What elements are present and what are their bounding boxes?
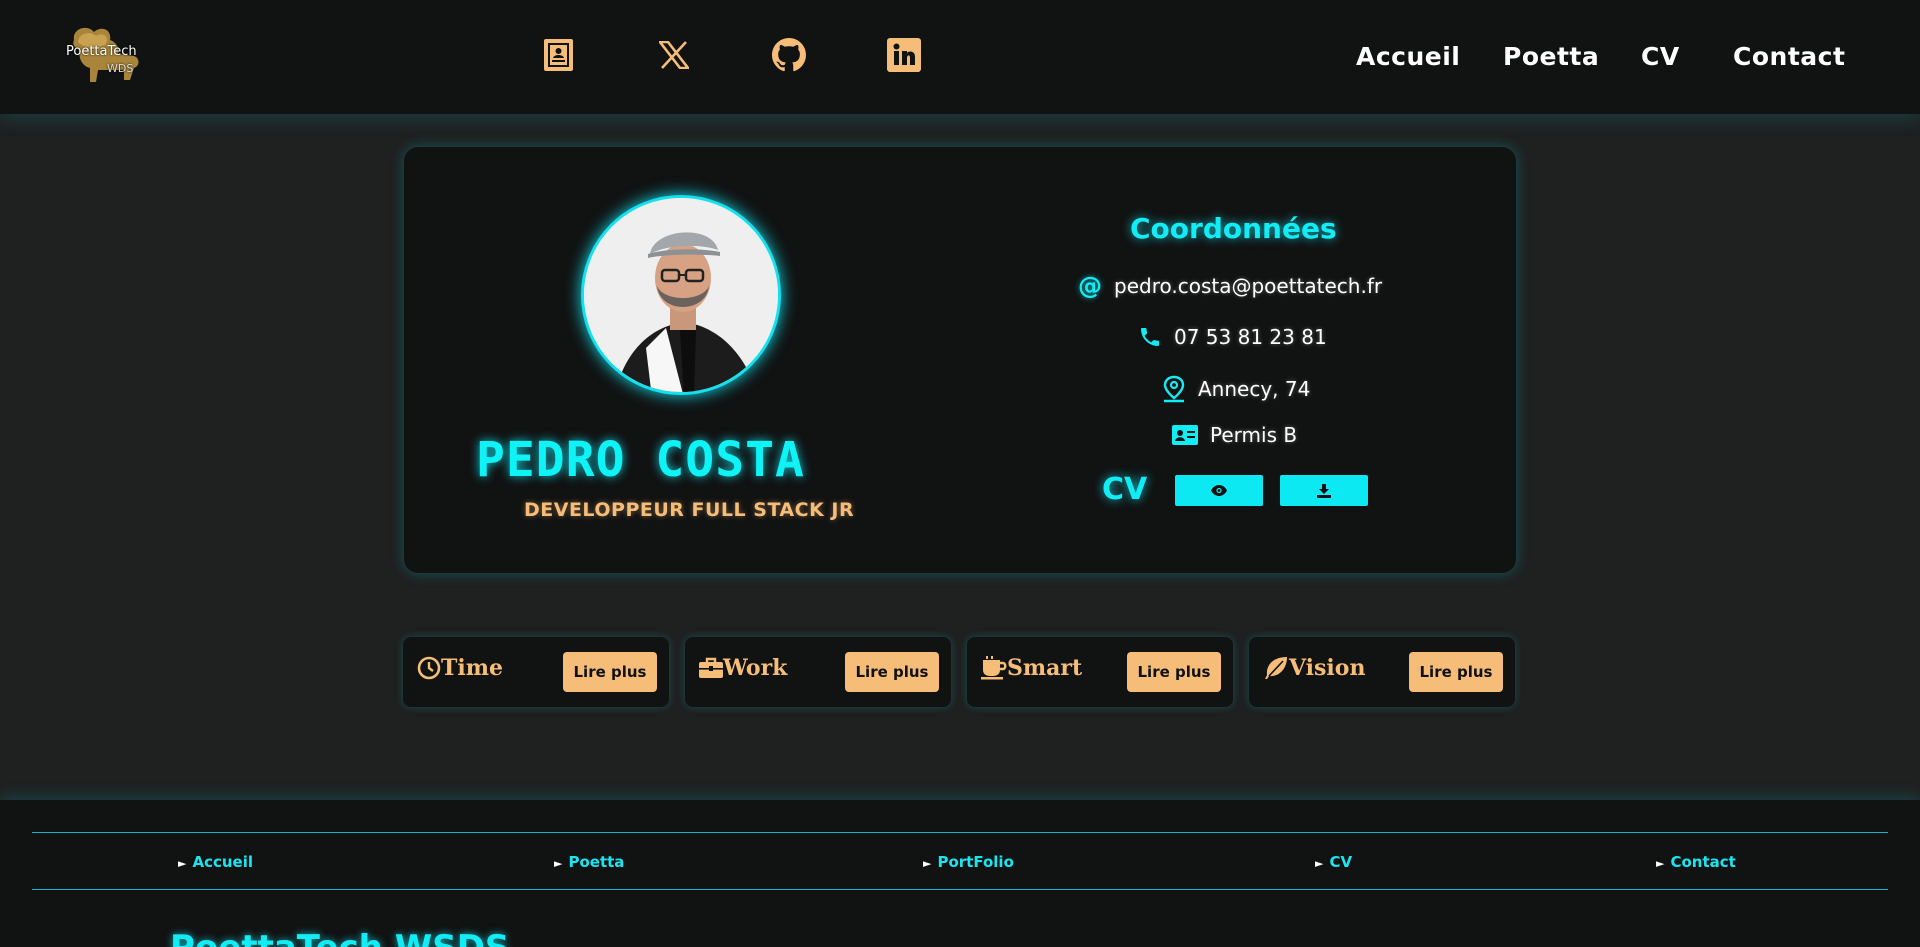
phone-number: 07 53 81 23 81 [1174, 325, 1327, 349]
nav-poetta[interactable]: Poetta [1503, 42, 1599, 71]
footer-link-portfolio[interactable]: ► PortFolio [923, 853, 1014, 871]
footer-link-cv[interactable]: ► CV [1315, 853, 1352, 871]
clock-icon [417, 656, 441, 680]
profile-role: DEVELOPPEUR FULL STACK JR [524, 499, 855, 521]
coffee-cup-icon [981, 656, 1007, 680]
coordinates-title: Coordonnées [1130, 212, 1337, 245]
download-cv-button[interactable] [1280, 475, 1368, 506]
license-text: Permis B [1210, 423, 1298, 447]
download-icon [1317, 483, 1331, 498]
x-twitter-link[interactable] [657, 38, 691, 72]
email-row: @ pedro.costa@poettatech.fr [1078, 272, 1382, 300]
read-more-work-button[interactable]: Lire plus [845, 652, 939, 692]
location-row: Annecy, 74 [1162, 375, 1310, 403]
triangle-bullet-icon: ► [923, 857, 932, 870]
nav-accueil[interactable]: Accueil [1356, 42, 1460, 71]
briefcase-icon [699, 657, 723, 678]
feature-title-work: Work [723, 655, 788, 681]
phone-row: 07 53 81 23 81 [1138, 325, 1327, 349]
location-pin-icon [1162, 375, 1186, 403]
triangle-bullet-icon: ► [554, 857, 563, 870]
footer-divider-bottom [32, 889, 1888, 890]
footer-link-poetta[interactable]: ► Poetta [554, 853, 624, 871]
triangle-bullet-icon: ► [1315, 857, 1324, 870]
at-sign-icon: @ [1078, 272, 1102, 300]
feature-card-vision: Vision Lire plus [1249, 637, 1515, 707]
x-twitter-icon [659, 41, 689, 69]
feature-card-smart: Smart Lire plus [967, 637, 1233, 707]
contact-card-link[interactable] [541, 38, 575, 72]
linkedin-link[interactable] [887, 38, 921, 72]
id-card-icon [1172, 425, 1198, 445]
triangle-bullet-icon: ► [178, 857, 187, 870]
read-more-smart-button[interactable]: Lire plus [1127, 652, 1221, 692]
footer-divider-top [32, 832, 1888, 833]
nav-contact[interactable]: Contact [1733, 42, 1845, 71]
read-more-vision-button[interactable]: Lire plus [1409, 652, 1503, 692]
footer-link-contact[interactable]: ► Contact [1656, 853, 1736, 871]
profile-name: PEDRO COSTA [476, 432, 805, 488]
logo-subtext: WDS [107, 62, 134, 75]
github-icon [772, 38, 806, 72]
feather-icon [1265, 657, 1287, 679]
email-link[interactable]: pedro.costa@poettatech.fr [1114, 274, 1382, 298]
cv-label: CV [1102, 472, 1148, 507]
site-footer [0, 800, 1920, 947]
view-cv-button[interactable] [1175, 475, 1263, 506]
feature-card-work: Work Lire plus [685, 637, 951, 707]
eye-icon [1211, 485, 1227, 496]
feature-title-time: Time [441, 655, 504, 681]
linkedin-icon [887, 38, 921, 72]
contact-card-icon [543, 39, 573, 71]
profile-avatar [581, 195, 781, 395]
license-row: Permis B [1172, 423, 1297, 447]
read-more-time-button[interactable]: Lire plus [563, 652, 657, 692]
footer-brand: PoettaTech WSDS [170, 928, 509, 947]
triangle-bullet-icon: ► [1656, 857, 1665, 870]
logo-text: PoettaTech [66, 44, 137, 59]
phone-icon [1138, 325, 1162, 349]
feature-title-vision: Vision [1289, 655, 1366, 681]
feature-title-smart: Smart [1007, 655, 1083, 681]
github-link[interactable] [772, 38, 806, 72]
nav-cv[interactable]: CV [1641, 42, 1680, 71]
feature-card-time: Time Lire plus [403, 637, 669, 707]
location-text: Annecy, 74 [1198, 377, 1311, 401]
profile-photo [584, 198, 778, 392]
site-header: PoettaTech WDS Accueil Poetta CV Contact [0, 0, 1920, 114]
footer-link-accueil[interactable]: ► Accueil [178, 853, 253, 871]
